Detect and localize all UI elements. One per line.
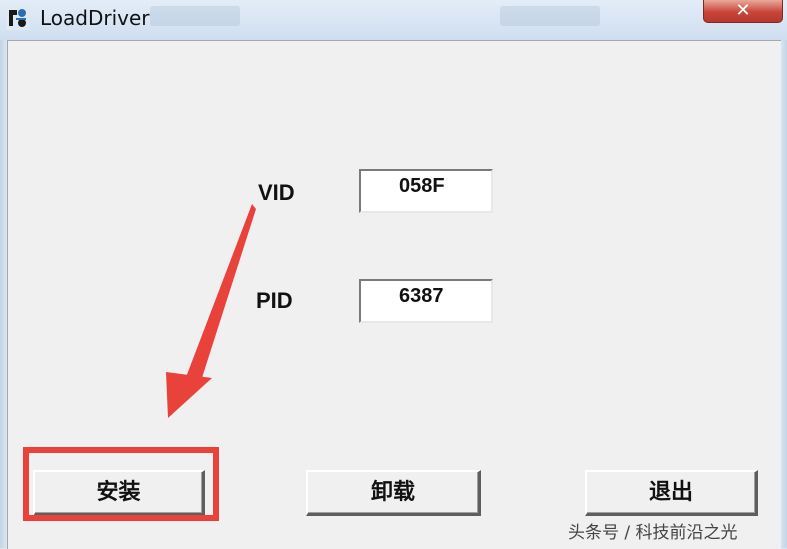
loaddriver-window: LoadDriver ✕ VID 058F PID 6387 安装 卸载 退出 … [0, 0, 787, 549]
red-arrow-icon [166, 204, 256, 418]
watermark-text: 头条号 / 科技前沿之光 [568, 523, 738, 543]
